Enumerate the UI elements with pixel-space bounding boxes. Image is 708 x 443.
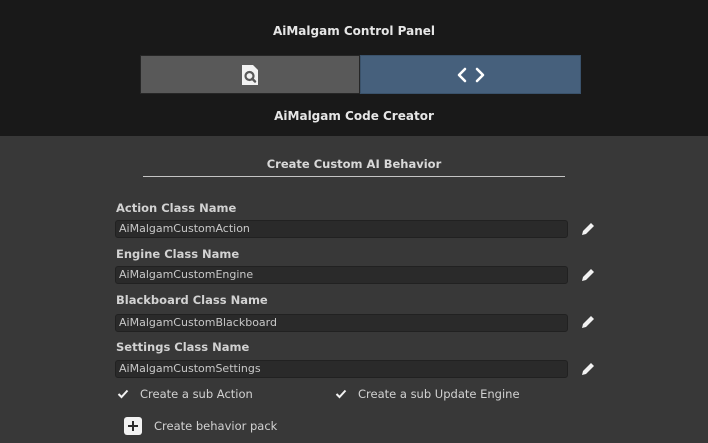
edit-engine-class-button[interactable] (578, 265, 598, 285)
panel-title: AiMalgam Control Panel (272, 24, 436, 38)
sub-update-engine-toggle[interactable]: Create a sub Update Engine (334, 386, 520, 402)
sub-action-checkbox[interactable] (116, 387, 130, 401)
settings-class-field[interactable]: AiMalgamCustomSettings (115, 360, 568, 378)
section-title: Create Custom AI Behavior (266, 157, 442, 171)
search-document-icon (242, 64, 258, 85)
sub-update-engine-checkbox[interactable] (334, 387, 348, 401)
tab-code[interactable] (360, 55, 581, 94)
create-behavior-pack-label: Create behavior pack (154, 419, 278, 433)
sub-update-engine-label: Create a sub Update Engine (358, 387, 520, 401)
create-behavior-pack-button[interactable]: Create behavior pack (124, 416, 277, 436)
pencil-icon (582, 223, 594, 235)
checkmark-icon (335, 389, 347, 399)
section-divider (143, 176, 565, 177)
edit-blackboard-class-button[interactable] (578, 312, 598, 332)
sub-action-label: Create a sub Action (140, 387, 253, 401)
checkmark-icon (117, 389, 129, 399)
blackboard-class-field[interactable]: AiMalgamCustomBlackboard (115, 314, 568, 332)
code-creator-title: AiMalgam Code Creator (274, 109, 434, 123)
blackboard-class-label: Blackboard Class Name (116, 293, 268, 307)
edit-action-class-button[interactable] (578, 219, 598, 239)
sub-action-toggle[interactable]: Create a sub Action (116, 386, 253, 402)
plus-icon (124, 417, 142, 435)
engine-class-label: Engine Class Name (116, 247, 240, 261)
action-class-label: Action Class Name (116, 201, 237, 215)
code-brackets-icon (457, 67, 484, 82)
engine-class-field[interactable]: AiMalgamCustomEngine (115, 266, 568, 284)
edit-settings-class-button[interactable] (578, 359, 598, 379)
pencil-icon (582, 269, 594, 281)
header: AiMalgam Control Panel AiMalgam Code Cre… (0, 0, 708, 136)
settings-class-label: Settings Class Name (116, 340, 250, 354)
pencil-icon (582, 316, 594, 328)
tab-search[interactable] (140, 55, 360, 94)
action-class-field[interactable]: AiMalgamCustomAction (115, 220, 568, 238)
pencil-icon (582, 363, 594, 375)
